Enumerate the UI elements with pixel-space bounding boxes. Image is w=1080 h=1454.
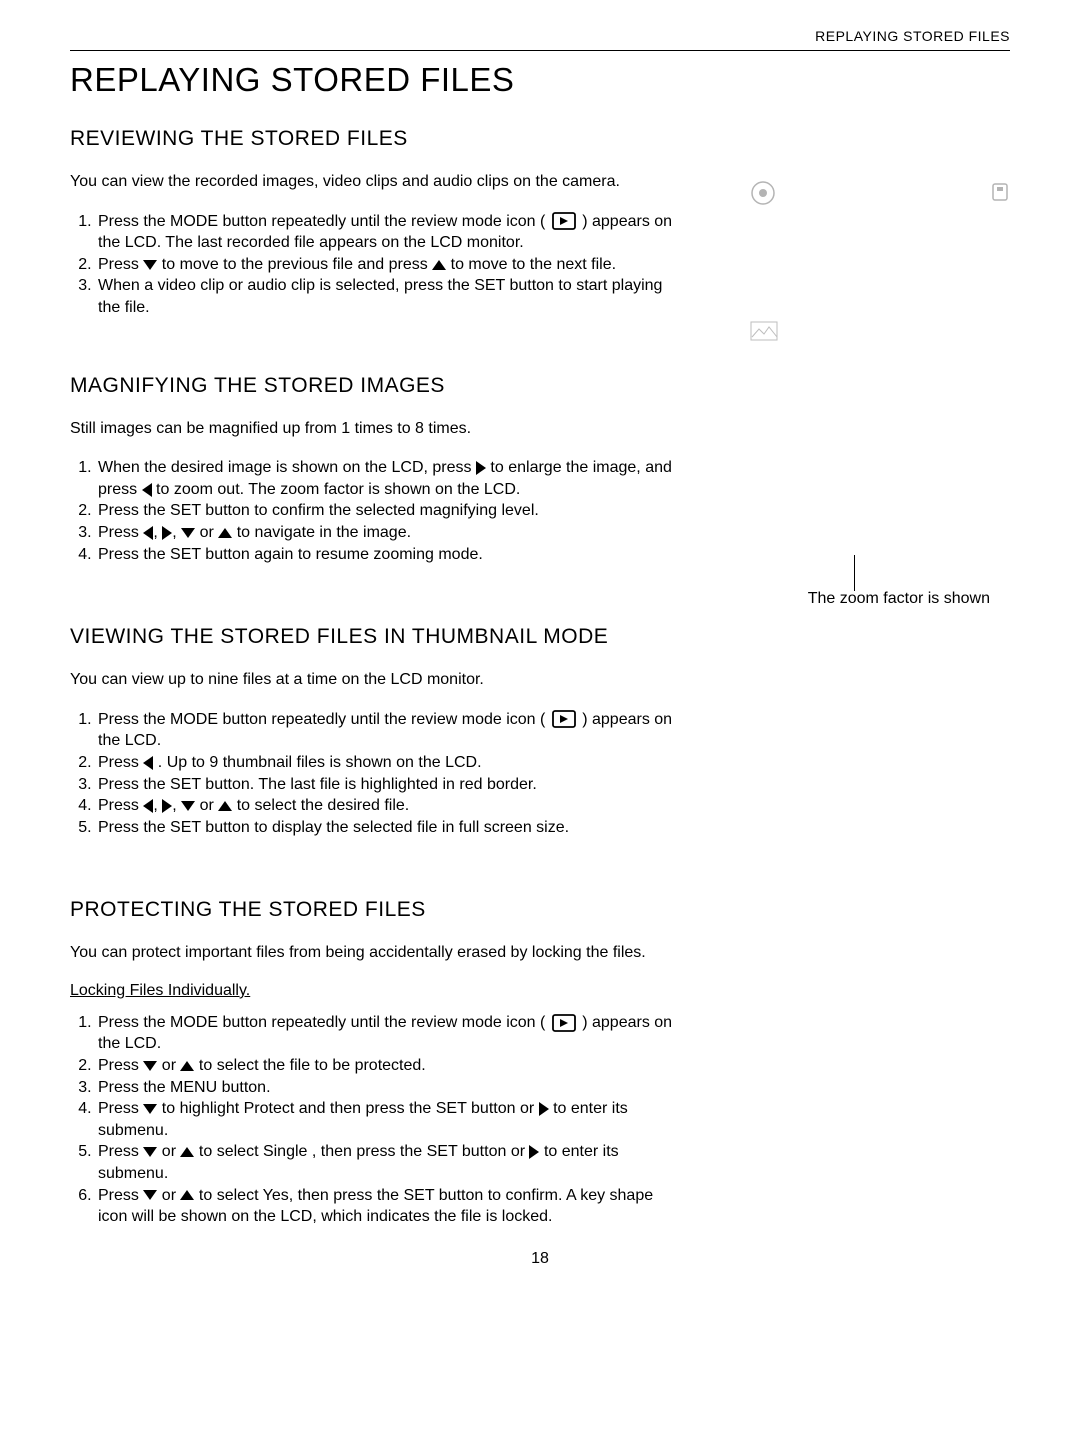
text: to move to the previous file and press	[162, 256, 432, 273]
heading-protecting: PROTECTING THE STORED FILES	[70, 898, 830, 922]
list-item: Press the SET button again to resume zoo…	[96, 544, 680, 566]
comma: ,	[153, 524, 162, 541]
steps-reviewing: Press the MODE button repeatedly until t…	[70, 211, 680, 319]
steps-protecting: Press the MODE button repeatedly until t…	[70, 1012, 680, 1228]
down-arrow-icon	[143, 1190, 157, 1200]
text: or	[200, 524, 219, 541]
text: Press the MODE button repeatedly until t…	[98, 711, 545, 728]
text: Press	[98, 256, 143, 273]
text: to zoom out. The zoom factor is shown on…	[156, 481, 520, 498]
list-item: Press to highlight Protect and then pres…	[96, 1098, 680, 1141]
camera-top-icon	[750, 180, 1010, 211]
down-arrow-icon	[181, 801, 195, 811]
comma: ,	[153, 797, 162, 814]
text: to navigate in the image.	[237, 524, 411, 541]
text: to select the desired file.	[237, 797, 410, 814]
text: Press	[98, 754, 143, 771]
side-figure-area	[750, 180, 1010, 364]
steps-magnifying: When the desired image is shown on the L…	[70, 457, 680, 565]
right-arrow-icon	[162, 799, 172, 813]
review-mode-icon	[552, 212, 576, 230]
list-item: Press , , or to navigate in the image.	[96, 522, 680, 544]
page-number: 18	[70, 1250, 1010, 1268]
list-item: Press or to select Single , then press t…	[96, 1141, 680, 1184]
text: Press	[98, 1143, 143, 1160]
photo-placeholder-icon	[750, 321, 1010, 346]
list-item: Press the MODE button repeatedly until t…	[96, 709, 680, 752]
down-arrow-icon	[143, 1104, 157, 1114]
list-item: Press or to select the file to be protec…	[96, 1055, 680, 1077]
right-arrow-icon	[476, 461, 486, 475]
up-arrow-icon	[218, 528, 232, 538]
text: to highlight Protect and then press the …	[162, 1100, 539, 1117]
text: Press	[98, 1100, 143, 1117]
lead-protecting: You can protect important files from bei…	[70, 942, 830, 964]
page-title: REPLAYING STORED FILES	[70, 61, 1010, 99]
text: Press	[98, 1187, 143, 1204]
text: Press	[98, 1057, 143, 1074]
text: When the desired image is shown on the L…	[98, 459, 476, 476]
comma: ,	[172, 524, 181, 541]
left-arrow-icon	[142, 483, 152, 497]
text: Press the MODE button repeatedly until t…	[98, 213, 545, 230]
list-item: Press the SET button to display the sele…	[96, 817, 680, 839]
zoom-pointer-line	[854, 555, 855, 591]
up-arrow-icon	[432, 260, 446, 270]
list-item: Press the SET button. The last file is h…	[96, 774, 680, 796]
text: Press	[98, 524, 143, 541]
left-arrow-icon	[143, 799, 153, 813]
running-head: REPLAYING STORED FILES	[70, 28, 1010, 44]
list-item: When the desired image is shown on the L…	[96, 457, 680, 500]
review-mode-icon	[552, 710, 576, 728]
list-item: Press the MENU button.	[96, 1077, 680, 1099]
left-arrow-icon	[143, 526, 153, 540]
up-arrow-icon	[180, 1190, 194, 1200]
right-arrow-icon	[162, 526, 172, 540]
right-arrow-icon	[539, 1102, 549, 1116]
up-arrow-icon	[218, 801, 232, 811]
text: or	[162, 1187, 181, 1204]
heading-reviewing: REVIEWING THE STORED FILES	[70, 127, 680, 151]
text: . Up to 9 thumbnail files is shown on th…	[158, 754, 482, 771]
steps-thumbnail: Press the MODE button repeatedly until t…	[70, 709, 680, 839]
left-arrow-icon	[143, 756, 153, 770]
down-arrow-icon	[181, 528, 195, 538]
heading-magnifying: MAGNIFYING THE STORED IMAGES	[70, 374, 680, 398]
text: to select Single , then press the SET bu…	[199, 1143, 530, 1160]
lead-thumbnail: You can view up to nine files at a time …	[70, 669, 680, 691]
list-item: Press the MODE button repeatedly until t…	[96, 211, 680, 254]
list-item: Press . Up to 9 thumbnail files is shown…	[96, 752, 680, 774]
list-item: When a video clip or audio clip is selec…	[96, 275, 680, 318]
lead-reviewing: You can view the recorded images, video …	[70, 171, 680, 193]
list-item: Press the MODE button repeatedly until t…	[96, 1012, 680, 1055]
text: to select the file to be protected.	[199, 1057, 426, 1074]
subhead-locking: Locking Files Individually.	[70, 982, 830, 1000]
text: or	[200, 797, 219, 814]
list-item: Press , , or to select the desired file.	[96, 795, 680, 817]
down-arrow-icon	[143, 1061, 157, 1071]
comma: ,	[172, 797, 181, 814]
shutter-icon	[750, 180, 776, 211]
text: to move to the next file.	[451, 256, 616, 273]
text: or	[162, 1143, 181, 1160]
up-arrow-icon	[180, 1061, 194, 1071]
top-rule	[70, 50, 1010, 51]
up-arrow-icon	[180, 1147, 194, 1157]
text: Press the MODE button repeatedly until t…	[98, 1014, 545, 1031]
heading-thumbnail: VIEWING THE STORED FILES IN THUMBNAIL MO…	[70, 625, 680, 649]
list-item: Press the SET button to confirm the sele…	[96, 500, 680, 522]
text: or	[162, 1057, 181, 1074]
memory-icon	[990, 182, 1010, 209]
right-arrow-icon	[529, 1145, 539, 1159]
text: Press	[98, 797, 143, 814]
review-mode-icon	[552, 1014, 576, 1032]
down-arrow-icon	[143, 1147, 157, 1157]
lead-magnifying: Still images can be magnified up from 1 …	[70, 418, 680, 440]
list-item: Press or to select Yes, then press the S…	[96, 1185, 680, 1228]
down-arrow-icon	[143, 260, 157, 270]
list-item: Press to move to the previous file and p…	[96, 254, 680, 276]
zoom-caption: The zoom factor is shown	[808, 590, 990, 608]
